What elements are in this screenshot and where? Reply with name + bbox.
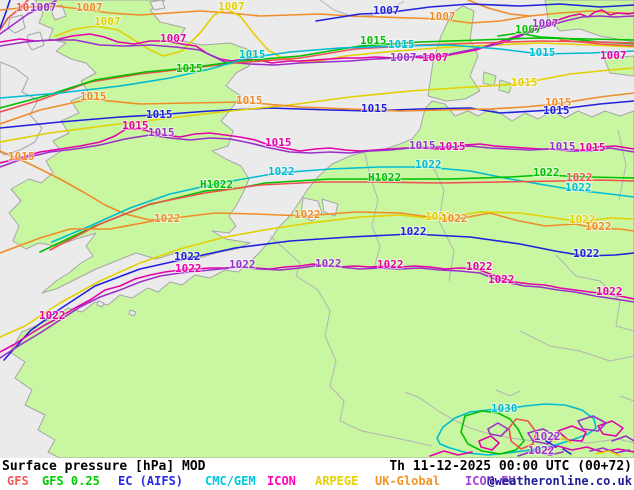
isobar-label: 1007 [76,1,103,14]
isobar-label: H1022 [368,171,401,184]
isobar-label: 1022 [441,212,468,225]
isobar-label: 1015 [122,119,149,132]
isobar-label: 1015 [549,140,576,153]
isobar-label: 1015 [80,90,107,103]
isobar-label: 1022 [585,220,612,233]
isobar-label: 1015 [579,141,606,154]
isobar-label: 1007 [94,15,121,28]
isobar-label: 1015 [511,76,538,89]
isobar-label: 1007 [218,0,245,13]
map-title: Surface pressure [hPa] MOD [2,459,206,474]
legend-model-gfs025: GFS 0.25 [42,474,100,488]
isobar-label: 1022 [566,171,593,184]
isobar-label: 1022 [175,262,202,275]
legend-model-arpege: ARPEGE [315,474,359,488]
isobar-label: H1022 [200,178,233,191]
isobar-label: 1022 [534,430,561,443]
footer-title-row: Surface pressure [hPa] MOD Th 11-12-2025… [0,458,634,474]
legend-model-gfs: GFS [7,474,29,488]
isobar-label: 1015 [388,38,415,51]
isobar-label: 1007 [600,49,627,62]
isobar-label: 1015 [409,139,436,152]
isobar-label: 1007 [160,32,187,45]
isobar-label: 1022 [488,273,515,286]
isobar-label: 10 [16,1,29,14]
isobar-label: 1022 [573,247,600,260]
isobar-label: 1007 [422,51,449,64]
isobar-label: 1022 [268,165,295,178]
isobar-label: 1015 [236,94,263,107]
weather-map-app: 10 1007 1007 1007 1007 1007 1007 1007 1007 1007 10… [0,0,634,490]
isobar-label: 1022 [596,285,623,298]
isobar-label: 1022 [377,258,404,271]
isobar-label: 1015 [239,48,266,61]
isobar-label: 1015 [146,108,173,121]
isobar-label: 1007 [373,4,400,17]
isobar-label: 1015 [360,34,387,47]
isobar-label: 1030 [491,402,518,415]
isobar-label: 1022 [415,158,442,171]
map-datetime: Th 11-12-2025 00:00 UTC (00+72) [389,459,632,474]
map-footer: Surface pressure [hPa] MOD Th 11-12-2025… [0,458,634,490]
isobar-label: 1015 [265,136,292,149]
isobar-label: 1022 [39,309,66,322]
isobar-label: 1015 [529,46,556,59]
isobar-label: 1007 [532,17,559,30]
isobar-map-canvas: 10 1007 10071007100710071007 10071007 100710… [0,0,634,458]
isobar-label: 1015 [543,104,570,117]
isobar-label: 1022 [154,212,181,225]
pressure-map[interactable]: 10 1007 1007 1007 1007 1007 1007 1007 1007 1007 10… [0,0,634,458]
isobar-label: 1022 [400,225,427,238]
isobar-label: 1022 [294,208,321,221]
model-legend: ICON-EU UK-Global ARPEGE ICON CMC/GEM EC (AIF… [0,474,634,490]
isobar-label: 1007 [390,51,417,64]
isobar-label: 1022 [229,258,256,271]
legend-model-icon: ICON [267,474,296,488]
isobar-label: 1007 [30,1,57,14]
isobar-label: 1015 [148,126,175,139]
isobar-label: 1015 [176,62,203,75]
isobar-label: 1007 [429,10,456,23]
legend-model-uk-global: UK-Global [375,474,441,488]
isobar-label: 1022 [315,257,342,270]
legend-model-ec-aifs: EC (AIFS) [118,474,184,488]
isobar-label: 1015 [8,150,35,163]
isobar-label: 1022 [466,260,493,273]
isobar-label: 1015 [361,102,388,115]
legend-model-cmc-gem: CMC/GEM [205,474,256,488]
isobar-label: 1015 [439,140,466,153]
isobar-label: 1022 [533,166,560,179]
isobar-label: 1022 [528,444,555,457]
watermark: @weatheronline.co.uk [487,474,633,488]
